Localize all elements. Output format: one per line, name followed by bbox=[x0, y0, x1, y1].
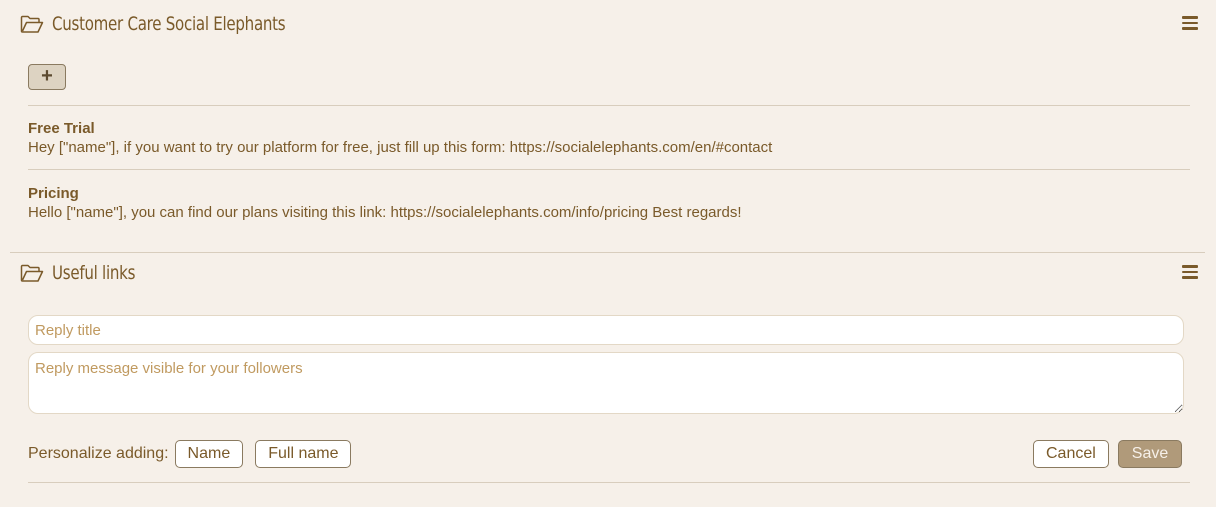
reply-message-textarea[interactable] bbox=[28, 352, 1184, 414]
divider bbox=[28, 169, 1190, 170]
insert-name-button[interactable]: Name bbox=[174, 440, 244, 468]
hamburger-menu-icon[interactable] bbox=[1182, 16, 1198, 30]
reply-title: Pricing bbox=[28, 185, 79, 202]
reply-item[interactable]: Free Trial Hey ["name"], if you want to … bbox=[28, 120, 1188, 156]
personalize-toolbar: Personalize adding: Name Full name bbox=[28, 440, 363, 468]
reply-title: Free Trial bbox=[28, 120, 95, 137]
reply-title-input[interactable] bbox=[28, 315, 1184, 345]
personalize-label: Personalize adding: bbox=[28, 445, 169, 462]
cancel-button[interactable]: Cancel bbox=[1033, 440, 1109, 468]
hamburger-menu-icon[interactable] bbox=[1182, 265, 1198, 279]
divider bbox=[28, 482, 1190, 483]
section-header-useful-links: Useful links bbox=[20, 258, 1198, 288]
save-button[interactable]: Save bbox=[1118, 440, 1182, 468]
divider bbox=[28, 105, 1190, 106]
folder-open-icon bbox=[20, 15, 44, 33]
section-title: Useful links bbox=[52, 262, 136, 284]
folder-open-icon bbox=[20, 264, 44, 282]
section-header-customer-care: Customer Care Social Elephants bbox=[20, 9, 1198, 39]
plus-icon: + bbox=[41, 65, 53, 87]
insert-full-name-button[interactable]: Full name bbox=[255, 440, 352, 468]
reply-item[interactable]: Pricing Hello ["name"], you can find our… bbox=[28, 185, 1188, 221]
reply-text: Hello ["name"], you can find our plans v… bbox=[28, 204, 742, 221]
reply-text: Hey ["name"], if you want to try our pla… bbox=[28, 139, 773, 156]
section-title: Customer Care Social Elephants bbox=[52, 13, 286, 35]
add-reply-button[interactable]: + bbox=[28, 64, 66, 90]
section-divider bbox=[10, 252, 1205, 253]
